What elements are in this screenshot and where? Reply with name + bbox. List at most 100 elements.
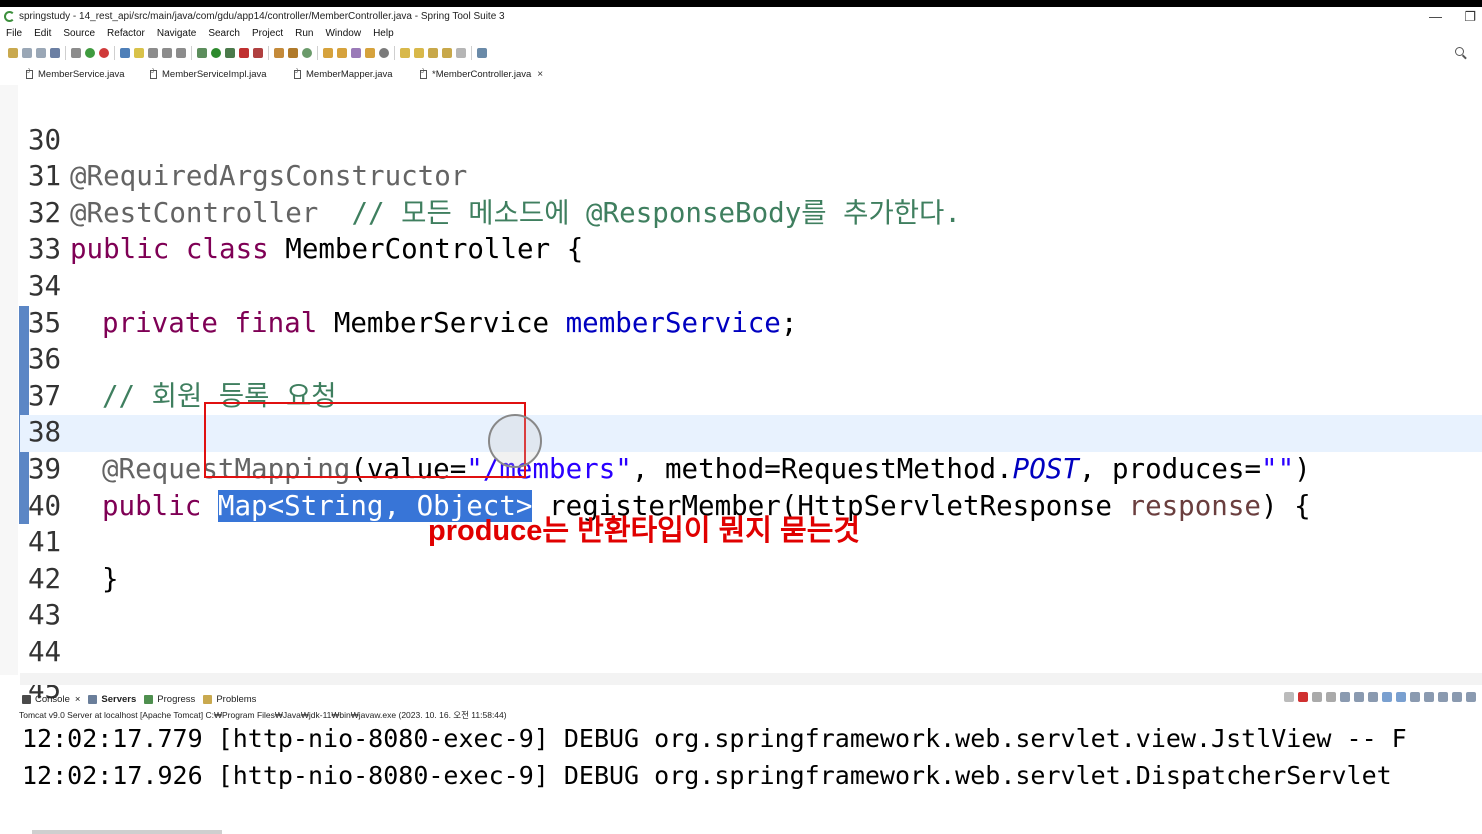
remove-launch-icon[interactable] [1284, 692, 1294, 702]
comment: // 모든 메소드에 @ResponseBody를 추가한다. [318, 196, 961, 229]
block-select-icon[interactable] [148, 48, 158, 58]
annotation: @RestController [70, 196, 319, 229]
refresh-icon[interactable] [99, 48, 109, 58]
horizontal-scrollbar[interactable] [20, 673, 1482, 685]
tab-label: Servers [101, 693, 137, 705]
code-text: ) [1294, 452, 1311, 485]
code-line-43: 43 [0, 561, 66, 631]
menu-file[interactable]: File [6, 28, 22, 39]
pencil-icon[interactable] [351, 48, 361, 58]
new-spring-icon[interactable] [302, 48, 312, 58]
new-file-icon[interactable] [8, 48, 18, 58]
console-output[interactable]: 12:02:17.779 [http-nio-8080-exec-9] DEBU… [0, 720, 1482, 834]
open-folder-icon[interactable] [323, 48, 333, 58]
semicolon: ; [780, 306, 798, 339]
window-titlebar: springstudy - 14_rest_api/src/main/java/… [0, 7, 1482, 26]
pin-editor-icon[interactable] [477, 48, 487, 58]
highlight-icon[interactable] [134, 48, 144, 58]
menu-help[interactable]: Help [373, 28, 394, 39]
toggle-mark-icon[interactable] [71, 48, 81, 58]
show-stdout-icon[interactable] [1382, 692, 1392, 702]
run-icon[interactable] [211, 48, 221, 58]
task-icon[interactable] [365, 48, 375, 58]
clear-console-icon[interactable] [1340, 692, 1350, 702]
menu-edit[interactable]: Edit [34, 28, 51, 39]
menu-source[interactable]: Source [63, 28, 95, 39]
pilcrow-icon[interactable] [176, 48, 186, 58]
java-file-icon [150, 69, 157, 79]
new-package-icon[interactable] [274, 48, 284, 58]
close-icon[interactable]: × [75, 694, 81, 705]
prev-annotation-icon[interactable] [414, 48, 424, 58]
top-black-strip [0, 0, 1482, 7]
stop-icon[interactable] [239, 48, 249, 58]
globe-icon[interactable] [379, 48, 389, 58]
menu-run[interactable]: Run [295, 28, 313, 39]
menu-project[interactable]: Project [252, 28, 283, 39]
show-stderr-icon[interactable] [1396, 692, 1406, 702]
main-toolbar [0, 42, 1482, 64]
save-all-icon[interactable] [36, 48, 46, 58]
terminate-icon[interactable] [1298, 692, 1308, 702]
new-console-icon[interactable] [1438, 692, 1448, 702]
open-resource-icon[interactable] [337, 48, 347, 58]
restore-button[interactable]: ❐ [1464, 7, 1476, 26]
spring-boot-icon[interactable] [85, 48, 95, 58]
code-text: , produces= [1078, 452, 1262, 485]
external-tools-icon[interactable] [225, 48, 235, 58]
tab-membermapper[interactable]: MemberMapper.java [294, 65, 393, 83]
code-line-31: 31 @RestController // 모든 메소드에 @ResponseB… [0, 122, 961, 229]
code-line-45: 45 [0, 634, 66, 705]
search-icon[interactable] [1455, 47, 1464, 56]
code-text: , method=RequestMethod. [631, 452, 1013, 485]
code-line-35: 35 [0, 268, 66, 339]
tab-memberserviceimpl[interactable]: MemberServiceImpl.java [150, 65, 267, 83]
editor-tabs: MemberService.java MemberServiceImpl.jav… [0, 65, 1482, 83]
remove-icon[interactable] [1312, 692, 1322, 702]
forward-icon[interactable] [456, 48, 466, 58]
tab-console[interactable]: Console × [22, 694, 80, 705]
menu-refactor[interactable]: Refactor [107, 28, 145, 39]
tab-label: *MemberController.java [432, 68, 532, 80]
code-line-30: 30 @RequiredArgsConstructor [0, 85, 467, 193]
tab-memberservice[interactable]: MemberService.java [26, 65, 125, 83]
show-whitespace-icon[interactable] [162, 48, 172, 58]
scroll-lock-icon[interactable] [1354, 692, 1364, 702]
print-icon[interactable] [50, 48, 60, 58]
display-console-icon[interactable] [1424, 692, 1434, 702]
maximize-panel-icon[interactable] [1466, 692, 1476, 702]
java-file-icon [420, 69, 427, 79]
tab-servers[interactable]: Servers [88, 694, 136, 705]
new-class-icon[interactable] [288, 48, 298, 58]
remove-all-icon[interactable] [1326, 692, 1336, 702]
console-scrollbar[interactable] [32, 830, 222, 834]
field-name: memberService [565, 306, 781, 339]
back-icon[interactable] [442, 48, 452, 58]
code-editor[interactable]: 30 @RequiredArgsConstructor 31 @RestCont… [0, 85, 1482, 705]
menu-navigate[interactable]: Navigate [157, 28, 196, 39]
menu-search[interactable]: Search [208, 28, 240, 39]
pin-console-icon[interactable] [1410, 692, 1420, 702]
servers-icon [88, 694, 98, 704]
code-line-41: 41 } [0, 488, 119, 595]
open-type-icon[interactable] [120, 48, 130, 58]
console-icon [22, 694, 31, 704]
next-annotation-icon[interactable] [400, 48, 410, 58]
tab-progress[interactable]: Progress [144, 694, 195, 705]
minimize-panel-icon[interactable] [1452, 692, 1462, 702]
last-edit-icon[interactable] [428, 48, 438, 58]
debug-icon[interactable] [197, 48, 207, 58]
servers-icon[interactable] [253, 48, 263, 58]
word-wrap-icon[interactable] [1368, 692, 1378, 702]
code-line-39: 39 public Map<String, Object> registerMe… [0, 414, 1311, 522]
console-toolbar [1282, 692, 1478, 702]
tab-problems[interactable]: Problems [203, 694, 256, 705]
minimize-button[interactable]: — [1429, 7, 1442, 26]
close-icon[interactable]: × [537, 69, 543, 80]
keyword: class [185, 233, 269, 266]
annotation-caption: produce는 반환타입이 뭔지 묻는것 [428, 515, 861, 547]
save-icon[interactable] [22, 48, 32, 58]
java-file-icon [26, 69, 33, 79]
tab-membercontroller[interactable]: *MemberController.java × [420, 65, 543, 83]
menu-window[interactable]: Window [325, 28, 361, 39]
